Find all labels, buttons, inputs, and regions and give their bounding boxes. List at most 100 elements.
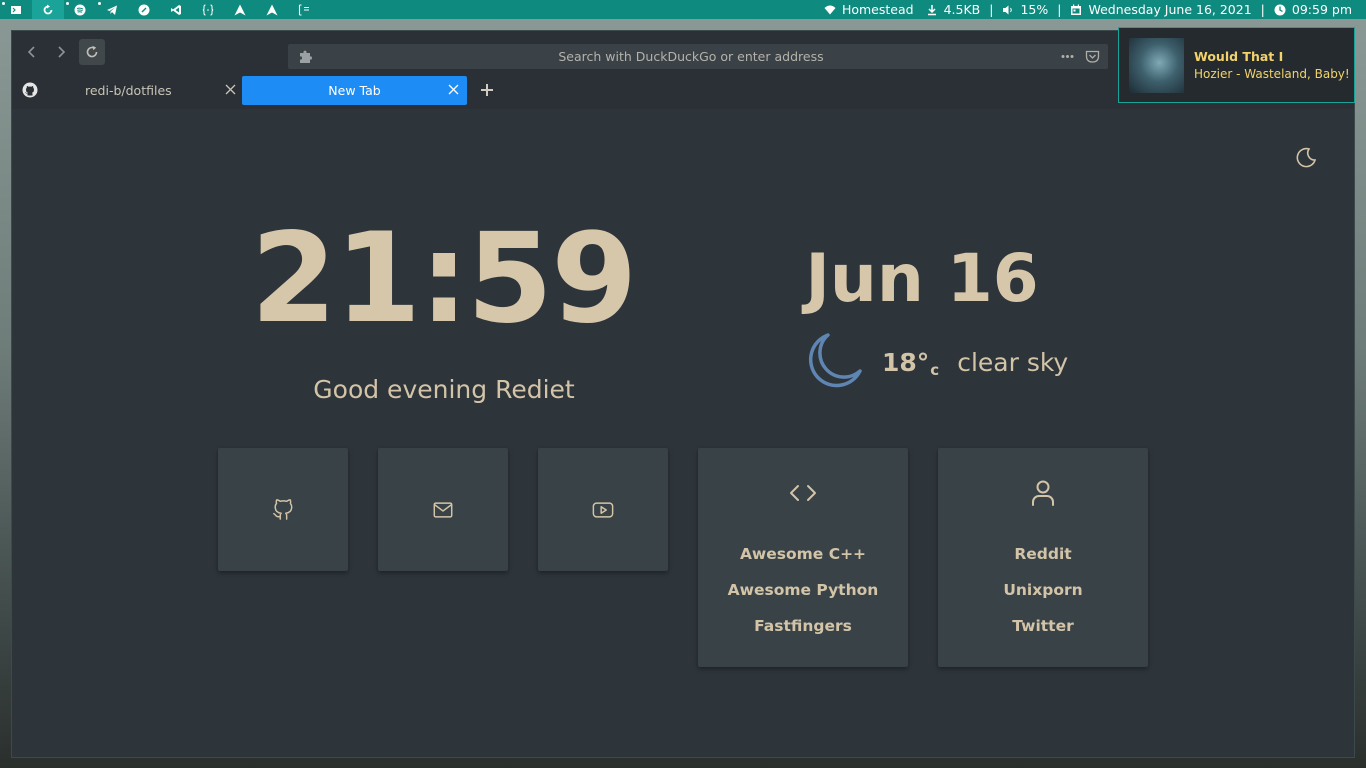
url-actions [1060,49,1108,64]
network-name: Homestead [841,2,914,17]
tab-close-button[interactable] [448,83,459,98]
separator: | [1260,2,1265,17]
wifi-icon [824,5,836,14]
browser-window: redi-b/dotfiles New Tab 21:59 Good eveni… [11,30,1355,758]
url-input[interactable] [322,49,1060,64]
status-area: Homestead 4.5KB | 15% | Wednesday June 1… [818,0,1366,19]
temperature: 18°c [882,347,940,379]
layout-icon [298,3,309,16]
mail-icon [433,501,453,518]
moon-icon[interactable] [1294,146,1318,170]
forward-button[interactable] [48,39,74,65]
system-top-bar: Homestead 4.5KB | 15% | Wednesday June 1… [0,0,1366,19]
plus-icon[interactable] [479,82,495,98]
temperature-value: 18° [882,347,930,377]
album-art [1129,37,1184,93]
song-title: Would That I [1194,49,1284,64]
mail-shortcut[interactable] [378,448,508,571]
download-icon [927,4,936,15]
workspace-6[interactable] [160,0,192,19]
notification-text: Would That I Hozier - Wasteland, Baby! [1194,49,1350,81]
workspace-5[interactable] [128,0,160,19]
tab-label: New Tab [328,83,381,98]
clock-icon [1274,4,1286,15]
social-links-card: Reddit Unixporn Twitter [938,448,1148,667]
clock-status: 09:59 pm [1268,2,1358,17]
link-awesome-cpp[interactable]: Awesome C++ [698,536,908,572]
user-icon [1032,480,1054,506]
github-icon [22,82,38,98]
new-tab-page: 21:59 Good evening Rediet Jun 16 18°c cl… [12,109,1354,757]
volume-status[interactable]: 15% [996,2,1054,17]
link-reddit[interactable]: Reddit [938,536,1148,572]
url-bar[interactable] [288,44,1108,69]
more-icon[interactable] [1060,49,1075,64]
arch-icon [266,4,278,15]
braces-icon [202,4,214,15]
link-fastfingers[interactable]: Fastfingers [698,608,908,644]
temperature-unit: c [930,360,940,379]
workspace-1[interactable] [0,0,32,19]
arch-icon [234,4,246,15]
date-status[interactable]: Wednesday June 16, 2021 [1064,2,1257,17]
song-artist: Hozier - Wasteland, Baby! [1194,67,1350,81]
vscode-icon [171,4,181,15]
firefox-icon [138,4,150,15]
clock-text: 09:59 pm [1291,2,1352,17]
puzzle-icon [299,50,312,63]
workspace-4[interactable] [96,0,128,19]
workspace-3[interactable] [64,0,96,19]
workspace-indicator [66,2,69,5]
workspace-indicator [2,2,5,5]
youtube-shortcut[interactable] [538,448,668,571]
youtube-icon [592,501,614,518]
volume-icon [1003,5,1013,14]
github-shortcut[interactable] [218,448,348,571]
link-unixporn[interactable]: Unixporn [938,572,1148,608]
refresh-icon [43,4,53,14]
workspace-9[interactable] [256,0,288,19]
workspace-8[interactable] [224,0,256,19]
workspace-2[interactable] [32,0,64,19]
volume-level: 15% [1020,2,1049,17]
tab-dotfiles[interactable]: redi-b/dotfiles [42,76,240,105]
tab-new-tab[interactable]: New Tab [242,76,467,105]
tab-label: redi-b/dotfiles [85,83,172,98]
network-status[interactable]: Homestead [818,2,920,17]
reload-icon [86,45,98,58]
link-twitter[interactable]: Twitter [938,608,1148,644]
back-button[interactable] [19,39,45,65]
workspace-indicator [98,2,101,5]
weather-widget: 18°c clear sky [802,331,1068,393]
close-icon [448,84,459,95]
extension-button[interactable] [288,49,322,64]
reload-button[interactable] [79,39,105,65]
close-icon [225,84,236,95]
workspace-list [0,0,320,19]
workspace-7[interactable] [192,0,224,19]
chevron-left-icon [27,46,35,58]
clock-display: 21:59 [250,207,638,351]
terminal-icon [11,5,21,14]
github-icon [273,498,293,520]
link-awesome-python[interactable]: Awesome Python [698,572,908,608]
pocket-icon[interactable] [1085,49,1100,64]
now-playing-notification[interactable]: Would That I Hozier - Wasteland, Baby! [1118,27,1355,103]
weather-moon-icon [808,333,862,388]
weather-description: clear sky [957,347,1069,377]
chevron-right-icon [58,46,66,58]
date-display: Jun 16 [805,240,1039,317]
social-links: Reddit Unixporn Twitter [938,536,1148,644]
tab-close-button[interactable] [225,83,236,98]
separator: | [989,2,994,17]
calendar-icon [1071,4,1082,15]
spotify-icon [74,4,86,15]
telegram-icon [107,5,117,15]
workspace-10[interactable] [288,0,320,19]
download-status: 4.5KB [920,2,987,17]
dev-links: Awesome C++ Awesome Python Fastfingers [698,536,908,644]
separator: | [1057,2,1062,17]
code-icon [790,485,816,501]
download-rate: 4.5KB [943,2,981,17]
greeting-text: Good evening Rediet [313,375,575,404]
